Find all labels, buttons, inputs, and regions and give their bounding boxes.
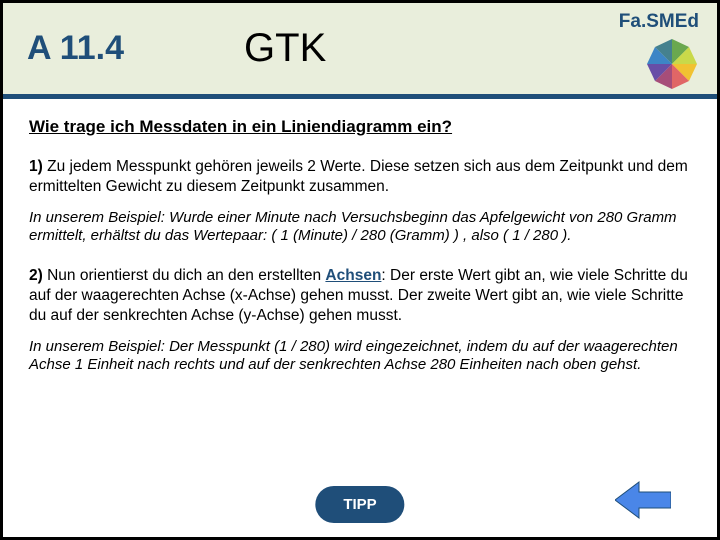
para2-a: Nun orientierst du dich an den erstellte… (43, 267, 326, 284)
paragraph-1: 1) Zu jedem Messpunkt gehören jeweils 2 … (29, 157, 691, 197)
paragraph-2: 2) Nun orientierst du dich an den erstel… (29, 266, 691, 325)
back-arrow-icon[interactable] (615, 479, 671, 521)
slide: A 11.4 GTK Fa.SMEd Wie trage ich Messdat… (0, 0, 720, 540)
header-brand: Fa.SMEd (619, 11, 699, 33)
para1-lead: 1) (29, 158, 43, 175)
content: Wie trage ich Messdaten in ein Liniendia… (3, 99, 717, 375)
header-code: A 11.4 (27, 29, 124, 68)
para2-lead: 2) (29, 267, 43, 284)
question-heading: Wie trage ich Messdaten in ein Liniendia… (29, 117, 691, 137)
fasmed-logo-icon (645, 37, 699, 91)
header-title: GTK (244, 26, 326, 71)
paragraph-2-example: In unserem Beispiel: Der Messpunkt (1 / … (29, 338, 691, 376)
para1-text: Zu jedem Messpunkt gehören jeweils 2 Wer… (29, 158, 688, 195)
paragraph-1-example: In unserem Beispiel: Wurde einer Minute … (29, 209, 691, 247)
axes-link[interactable]: Achsen (325, 267, 381, 284)
header: A 11.4 GTK Fa.SMEd (3, 3, 717, 99)
tipp-button[interactable]: TIPP (315, 486, 404, 523)
footer: TIPP (3, 473, 717, 523)
